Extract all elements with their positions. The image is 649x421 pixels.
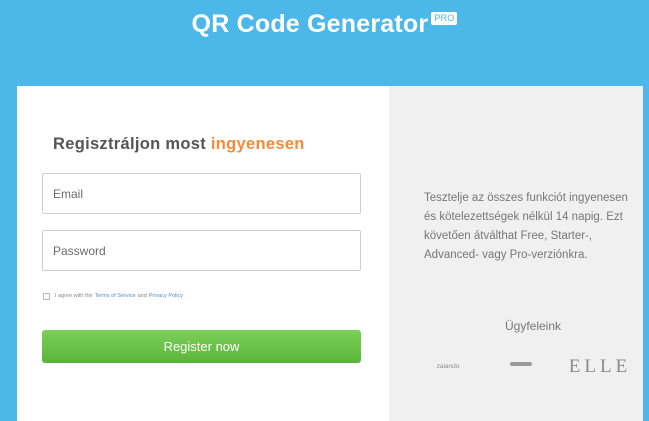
header-bar: QR Code Generator PRO [0, 0, 649, 86]
client-logo-5 [497, 398, 549, 416]
agree-and: and [137, 293, 147, 299]
elle-logo: ELLE [570, 356, 630, 377]
client-logo-2 [492, 355, 550, 375]
terms-link[interactable]: Terms of Service [95, 293, 136, 299]
privacy-link[interactable]: Privacy Policy [149, 293, 183, 299]
form-title-accent: ingyenesen [210, 135, 305, 153]
register-button[interactable]: Register now [42, 330, 361, 363]
frame-left [0, 86, 17, 421]
client-logo-4 [418, 400, 478, 414]
form-title-main: Regisztráljon most [53, 135, 207, 153]
agree-prefix: I agree with the [55, 293, 93, 299]
password-field[interactable] [42, 230, 361, 271]
terms-checkbox[interactable] [43, 292, 50, 300]
app-title: QR Code Generator PRO [0, 10, 649, 39]
client-logo-6 [568, 398, 630, 416]
clients-title: Ügyfeleink [504, 319, 562, 333]
info-description: Tesztelje az összes funkciót ingyenesen … [424, 192, 628, 261]
frame-right [643, 86, 649, 421]
zalando-logo: zalando [436, 362, 460, 370]
email-field[interactable] [42, 173, 361, 214]
form-title: Regisztráljon most ingyenesen [53, 135, 305, 154]
terms-agreement: I agree with the Terms of Service and Pr… [43, 290, 185, 302]
pro-badge: PRO [431, 12, 458, 25]
app-title-text: QR Code Generator [191, 10, 429, 38]
